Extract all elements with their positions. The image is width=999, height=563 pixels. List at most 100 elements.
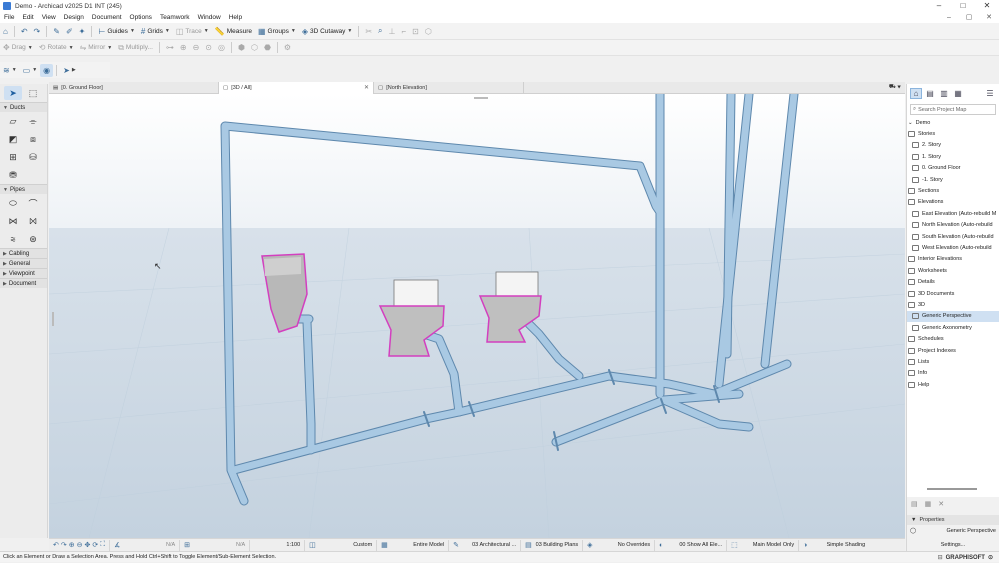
tree-item-worksheets[interactable]: Worksheets (907, 265, 999, 276)
inject-button[interactable]: ✐ (63, 25, 76, 38)
undo-button[interactable]: ↶ (18, 25, 31, 38)
tab-ground-floor[interactable]: ▤ [0. Ground Floor] (49, 81, 219, 94)
tool-c-button[interactable]: ⊥ (386, 25, 399, 38)
tree-item-project-indexes[interactable]: Project Indexes (907, 345, 999, 356)
duct-transition-tool[interactable]: ⧈ (24, 132, 42, 146)
new-view-icon[interactable]: ▤ (911, 500, 918, 508)
panel-splitter[interactable] (927, 488, 977, 490)
trace-button[interactable]: ◫ Trace ▼ (173, 25, 212, 38)
arrow-tool[interactable]: ➤ (4, 86, 22, 100)
tree-item-story-minus-1[interactable]: -1. Story (907, 174, 999, 185)
undo-view-icon[interactable]: ↶ (53, 541, 59, 549)
tab-3d-all[interactable]: ▢ [3D / All] ✕ (219, 81, 374, 94)
menu-teamwork[interactable]: Teamwork (156, 14, 194, 21)
duct-branch-tool[interactable]: ⊞ (4, 150, 22, 164)
publisher-button[interactable]: ▦ (952, 88, 964, 99)
feedback-icon[interactable]: ⊟ (938, 554, 943, 561)
search-input[interactable]: Search Project Map (918, 107, 966, 113)
view-map-button[interactable]: ▤ (924, 88, 936, 99)
structural-field[interactable]: ⬚ Main Model Only (727, 539, 800, 551)
tool-b-button[interactable]: ⌕ (375, 25, 385, 38)
viewport-resize-handle[interactable] (474, 97, 488, 99)
delete-view-icon[interactable]: ✕ (938, 500, 944, 508)
fit-button[interactable]: ⊙ (202, 41, 215, 54)
project-map-search[interactable]: ⌕ Search Project Map (910, 104, 996, 115)
marquee-tool[interactable]: ⬚ (24, 86, 42, 100)
magic-wand-button[interactable]: ✦ (76, 25, 89, 38)
tool-a-button[interactable]: ✂ (362, 25, 375, 38)
layout-book-button[interactable]: ▥ (938, 88, 950, 99)
view-b-button[interactable]: ⬡ (248, 41, 261, 54)
home-button[interactable]: ⌂ (0, 25, 11, 38)
toolbox-group-cabling[interactable]: ▶ Cabling (0, 248, 47, 258)
redo-button[interactable]: ↷ (31, 25, 44, 38)
menu-edit[interactable]: Edit (18, 14, 37, 21)
zoom-field[interactable]: ⊞ N/A (180, 539, 251, 551)
tree-item-generic-perspective[interactable]: Generic Perspective (907, 310, 999, 323)
toolbox-group-general[interactable]: ▶ General (0, 258, 47, 268)
maximize-button[interactable]: □ (951, 0, 975, 12)
toolbox-group-ducts[interactable]: ▼ Ducts (0, 102, 47, 112)
tab-north-elevation[interactable]: ▢ [North Elevation] (374, 81, 524, 94)
view-d-button[interactable]: ⚙ (281, 41, 294, 54)
tool-d-button[interactable]: ⌐ (399, 25, 410, 38)
tab-list-button[interactable]: ⛟ ▾ (885, 82, 905, 94)
zoom-out-icon[interactable]: ⊖ (77, 541, 83, 549)
layer-button[interactable]: ≋ ▼ (0, 64, 20, 77)
tree-item-story-2[interactable]: 2. Story (907, 140, 999, 151)
groups-button[interactable]: ▦ Groups ▼ (255, 25, 299, 38)
shading-field[interactable]: ◑ Simple Shading (799, 540, 869, 551)
scale-field[interactable]: 1:100 (250, 539, 306, 551)
tree-item-info[interactable]: Info (907, 368, 999, 379)
tree-item-south-elevation[interactable]: South Elevation (Auto-rebuild (907, 231, 999, 242)
viewport-side-handle[interactable] (52, 312, 54, 326)
redo-view-icon[interactable]: ↷ (61, 541, 67, 549)
pan-icon[interactable]: ✥ (85, 541, 91, 549)
tree-item-details[interactable]: Details (907, 276, 999, 287)
orbit-icon[interactable]: ⟳ (92, 541, 98, 549)
drag-button[interactable]: ✥ Drag ▼ (0, 41, 36, 54)
tree-item-3d-documents[interactable]: 3D Documents (907, 288, 999, 299)
pipe-fitting-tool[interactable]: ⋈ (4, 214, 22, 228)
frame-button[interactable]: ▭ ▼ (20, 64, 41, 77)
pipe-inline-tool[interactable]: ⨝ (24, 214, 42, 228)
offset-button[interactable]: ⊶ (163, 41, 177, 54)
menu-window[interactable]: Window (194, 14, 225, 21)
duct-fitting-tool[interactable]: ◩ (4, 132, 22, 146)
3d-viewport[interactable]: ↖ (49, 94, 905, 538)
menu-options[interactable]: Options (126, 14, 156, 21)
tree-item-stories[interactable]: Stories (907, 128, 999, 139)
view-toggle-icon[interactable]: ◯ (910, 528, 916, 534)
menu-help[interactable]: Help (225, 14, 246, 21)
tree-item-interior-elevations[interactable]: Interior Elevations (907, 254, 999, 265)
guides-button[interactable]: ⊢ Guides ▼ (95, 25, 138, 38)
save-view-icon[interactable]: ▦ (925, 500, 932, 508)
duct-equipment-tool[interactable]: ⛁ (24, 150, 42, 164)
tree-item-west-elevation[interactable]: West Elevation (Auto-rebuild (907, 242, 999, 253)
view-a-button[interactable]: ⬢ (235, 41, 248, 54)
tool-f-button[interactable]: ⬡ (422, 25, 435, 38)
pipe-equipment-tool[interactable]: ⩬ (4, 232, 22, 246)
duct-flexible-tool[interactable]: ⌯ (24, 114, 42, 128)
tree-item-generic-axonometry[interactable]: Generic Axonometry (907, 322, 999, 333)
duct-segment-tool[interactable]: ▱ (4, 114, 22, 128)
angle-field[interactable]: ∡ N/A (110, 539, 181, 551)
multiply-button[interactable]: ⧉ Multiply... (115, 41, 156, 54)
menu-view[interactable]: View (38, 14, 60, 21)
arrow-tool-button[interactable]: ➤ ▶ (60, 64, 79, 77)
tree-item-sections[interactable]: Sections (907, 185, 999, 196)
measure-button[interactable]: 📏 Measure (212, 25, 255, 38)
overrides-field[interactable]: ◈ No Overrides (583, 539, 656, 551)
tree-item-north-elevation[interactable]: North Elevation (Auto-rebuild (907, 220, 999, 231)
toolbox-group-viewpoint[interactable]: ▶ Viewpoint (0, 268, 47, 278)
tree-item-ground-floor[interactable]: 0. Ground Floor (907, 163, 999, 174)
3d-model-canvas[interactable]: ↖ (49, 94, 905, 538)
menu-file[interactable]: File (0, 14, 18, 21)
doc-close-button[interactable]: ✕ (979, 12, 999, 23)
pipe-segment-tool[interactable]: ⬭ (4, 196, 22, 210)
close-button[interactable]: ✕ (975, 0, 999, 12)
tool-e-button[interactable]: ⊡ (409, 25, 422, 38)
orbit-button[interactable]: ◎ (215, 41, 228, 54)
3d-cutaway-button[interactable]: ◈ 3D Cutaway ▼ (299, 25, 356, 38)
tree-item-story-1[interactable]: 1. Story (907, 151, 999, 162)
